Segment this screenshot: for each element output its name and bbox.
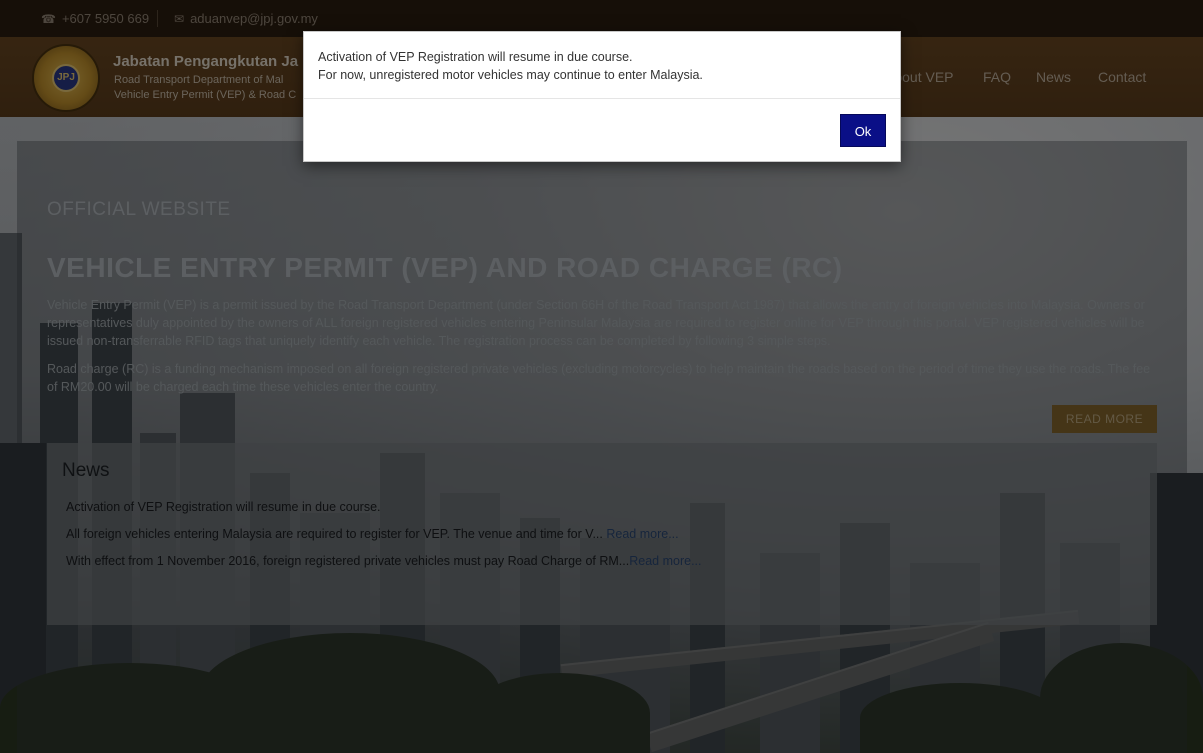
ok-button[interactable]: Ok: [840, 114, 886, 147]
modal-message: Activation of VEP Registration will resu…: [318, 48, 703, 84]
modal-divider: [304, 98, 900, 99]
modal-line-2: For now, unregistered motor vehicles may…: [318, 68, 703, 82]
notice-modal: Activation of VEP Registration will resu…: [303, 31, 901, 162]
modal-line-1: Activation of VEP Registration will resu…: [318, 50, 633, 64]
